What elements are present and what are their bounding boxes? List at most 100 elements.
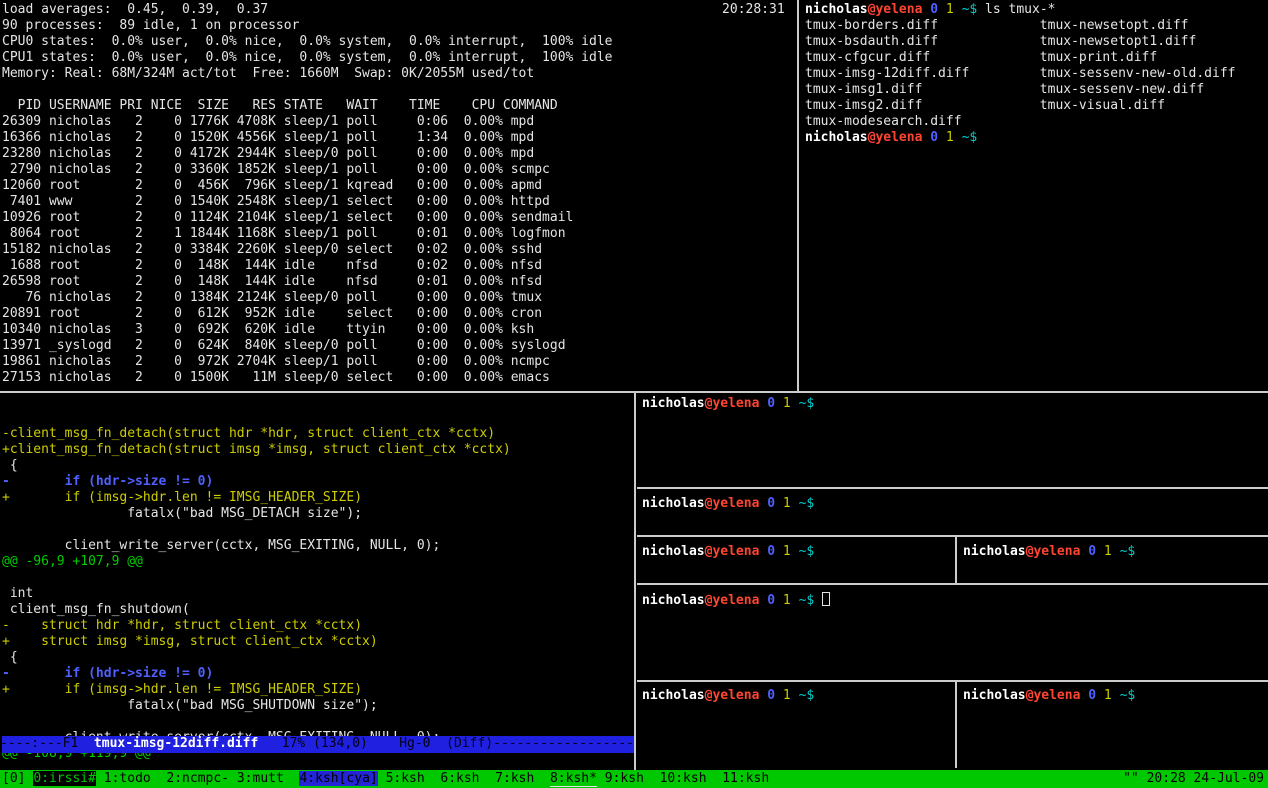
text-segment: [1096, 544, 1104, 559]
terminal-line: tmux-cfgcur.diff tmux-print.diff: [805, 50, 1266, 66]
modeline-buffer-name: tmux-imsg-12diff.diff: [94, 736, 258, 751]
tmux-status-bar: [0] 0:irssi# 1:todo 2:ncmpc- 3:mutt 4:ks…: [0, 770, 1268, 788]
tmux-screen: load averages: 0.45, 0.39, 0.37 20:28:31…: [0, 0, 1268, 788]
pane-border-h2[interactable]: [637, 535, 1268, 537]
pane-top-processes[interactable]: load averages: 0.45, 0.39, 0.37 20:28:31…: [2, 2, 794, 390]
emacs-buffer: -client_msg_fn_detach(struct hdr *hdr, s…: [2, 426, 634, 762]
text-segment: fatalx("bad MSG_SHUTDOWN size");: [2, 698, 378, 713]
text-segment: + if (imsg->hdr.len != IMSG_HEADER_SIZE): [2, 490, 362, 505]
terminal-line: nicholas@yelena 0 1 ~$: [963, 688, 1263, 704]
text-segment: 90 processes: 89 idle, 1 on processor: [2, 18, 299, 33]
pane-shell-4-active[interactable]: nicholas@yelena 0 1 ~$: [642, 592, 1262, 678]
text-segment: tmux-imsg-12diff.diff tmux-sessenv-new-o…: [805, 66, 1235, 81]
text-segment: [938, 130, 946, 145]
terminal-line: 15182 nicholas 2 0 3384K 2260K sleep/0 s…: [2, 242, 794, 258]
text-segment: yelena: [1033, 544, 1080, 559]
pane-shell-2[interactable]: nicholas@yelena 0 1 ~$: [642, 496, 1262, 534]
window-item-2-ncmpc[interactable]: 2:ncmpc-: [166, 771, 229, 786]
terminal-line: nicholas@yelena 0 1 ~$: [642, 592, 1262, 608]
text-segment: [791, 496, 799, 511]
pane-border-h4[interactable]: [637, 680, 1268, 682]
text-segment: - if (hdr->size != 0): [2, 666, 213, 681]
text-segment: [775, 396, 783, 411]
window-list: [0] 0:irssi# 1:todo 2:ncmpc- 3:mutt 4:ks…: [2, 770, 769, 788]
window-item-5-ksh[interactable]: 5:ksh: [386, 771, 425, 786]
text-segment: int: [2, 586, 33, 601]
terminal-line: tmux-imsg2.diff tmux-visual.diff: [805, 98, 1266, 114]
separator: [96, 771, 104, 786]
separator: [284, 771, 300, 786]
pane-border-v3[interactable]: [955, 537, 957, 583]
text-segment: +client_msg_fn_detach(struct imsg *imsg,…: [2, 442, 511, 457]
text-segment: 15182 nicholas 2 0 3384K 2260K sleep/0 s…: [2, 242, 542, 257]
text-segment: 8064 root 2 1 1844K 1168K sleep/1 poll 0…: [2, 226, 566, 241]
terminal-line: [2, 82, 794, 98]
pane-shell-1[interactable]: nicholas@yelena 0 1 ~$: [642, 396, 1262, 484]
modeline-position: 17% (134,0): [282, 736, 368, 751]
pane-shell-5-left[interactable]: nicholas@yelena 0 1 ~$: [642, 688, 952, 768]
text-segment: tmux-modesearch.diff: [805, 114, 962, 129]
pane-shell-5-right[interactable]: nicholas@yelena 0 1 ~$: [963, 688, 1263, 768]
pane-emacs-diff[interactable]: -client_msg_fn_detach(struct hdr *hdr, s…: [2, 394, 634, 768]
emacs-modeline: ----:---F1 tmux-imsg-12diff.diff 17% (13…: [2, 736, 634, 753]
text-segment: 2790 nicholas 2 0 3360K 1852K sleep/1 po…: [2, 162, 550, 177]
modeline-fill: ------------------: [493, 736, 634, 751]
pane-border-vertical-bottom[interactable]: [634, 393, 636, 770]
terminal-line: nicholas@yelena 0 1 ~$: [805, 130, 1266, 146]
window-item-6-ksh[interactable]: 6:ksh: [440, 771, 479, 786]
terminal-line: nicholas@yelena 0 1 ~$: [642, 396, 1262, 412]
text-segment: - if (hdr->size != 0): [2, 474, 213, 489]
text-segment: ls tmux-*: [977, 2, 1055, 17]
text-segment: 0: [767, 544, 775, 559]
text-segment: 19861 nicholas 2 0 972K 2704K sleep/1 po…: [2, 354, 550, 369]
window-item-9-ksh[interactable]: 9:ksh: [605, 771, 644, 786]
text-segment: client_write_server(cctx, MSG_EXITING, N…: [2, 538, 440, 553]
terminal-line: nicholas@yelena 0 1 ~$: [642, 496, 1262, 512]
text-segment: nicholas: [642, 544, 705, 559]
text-segment: tmux-borders.diff tmux-newsetopt.diff: [805, 18, 1189, 33]
text-segment: Memory: Real: 68M/324M act/tot Free: 166…: [2, 66, 534, 81]
terminal-line: 8064 root 2 1 1844K 1168K sleep/1 poll 0…: [2, 226, 794, 242]
window-item-3-mutt[interactable]: 3:mutt: [237, 771, 284, 786]
window-item-11-ksh[interactable]: 11:ksh: [722, 771, 769, 786]
text-segment: + if (imsg->hdr.len != IMSG_HEADER_SIZE): [2, 682, 362, 697]
window-item-10-ksh[interactable]: 10:ksh: [660, 771, 707, 786]
terminal-line: CPU1 states: 0.0% user, 0.0% nice, 0.0% …: [2, 50, 794, 66]
text-segment: load averages: 0.45, 0.39, 0.37 20:28:31: [2, 2, 785, 17]
text-segment: yelena: [712, 396, 759, 411]
text-segment: [1112, 688, 1120, 703]
text-segment: 76 nicholas 2 0 1384K 2124K sleep/0 poll…: [2, 290, 542, 305]
window-item-0-irssi[interactable]: 0:irssi#: [33, 771, 96, 786]
text-segment: 1: [783, 396, 791, 411]
window-item-4-ksh[interactable]: 4:ksh[cya]: [299, 771, 377, 786]
terminal-line: nicholas@yelena 0 1 ~$: [642, 688, 952, 704]
pane-border-h1[interactable]: [637, 487, 1268, 489]
pane-shell-3-left[interactable]: nicholas@yelena 0 1 ~$: [642, 544, 952, 582]
separator: [707, 771, 723, 786]
pane-shell-3-right[interactable]: nicholas@yelena 0 1 ~$: [963, 544, 1263, 582]
window-item-8-ksh-current[interactable]: 8:ksh*: [550, 771, 597, 787]
window-item-7-ksh[interactable]: 7:ksh: [495, 771, 534, 786]
modeline-vc-status: Hg-0: [399, 736, 430, 751]
terminal-line: - if (hdr->size != 0): [2, 474, 634, 490]
pane-border-vertical-top[interactable]: [797, 0, 799, 391]
pane-border-h3[interactable]: [637, 583, 1268, 585]
text-segment: 0: [767, 593, 775, 608]
text-segment: CPU0 states: 0.0% user, 0.0% nice, 0.0% …: [2, 34, 612, 49]
terminal-line: 13971 _syslogd 2 0 624K 840K sleep/0 pol…: [2, 338, 794, 354]
text-segment: 26309 nicholas 2 0 1776K 4708K sleep/1 p…: [2, 114, 534, 129]
terminal-line: nicholas@yelena 0 1 ~$ ls tmux-*: [805, 2, 1266, 18]
text-segment: [775, 688, 783, 703]
pane-shell-ls[interactable]: nicholas@yelena 0 1 ~$ ls tmux-*tmux-bor…: [805, 2, 1266, 390]
window-item-1-todo[interactable]: 1:todo: [104, 771, 151, 786]
terminal-line: [2, 522, 634, 538]
text-segment: ~$: [799, 496, 815, 511]
text-segment: ~$: [799, 688, 815, 703]
text-segment: yelena: [712, 593, 759, 608]
text-segment: nicholas: [805, 2, 868, 17]
terminal-line: PID USERNAME PRI NICE SIZE RES STATE WAI…: [2, 98, 794, 114]
terminal-line: - struct hdr *hdr, struct client_ctx *cc…: [2, 618, 634, 634]
pane-border-v5[interactable]: [955, 682, 957, 768]
terminal-line: [2, 714, 634, 730]
separator: [378, 771, 386, 786]
